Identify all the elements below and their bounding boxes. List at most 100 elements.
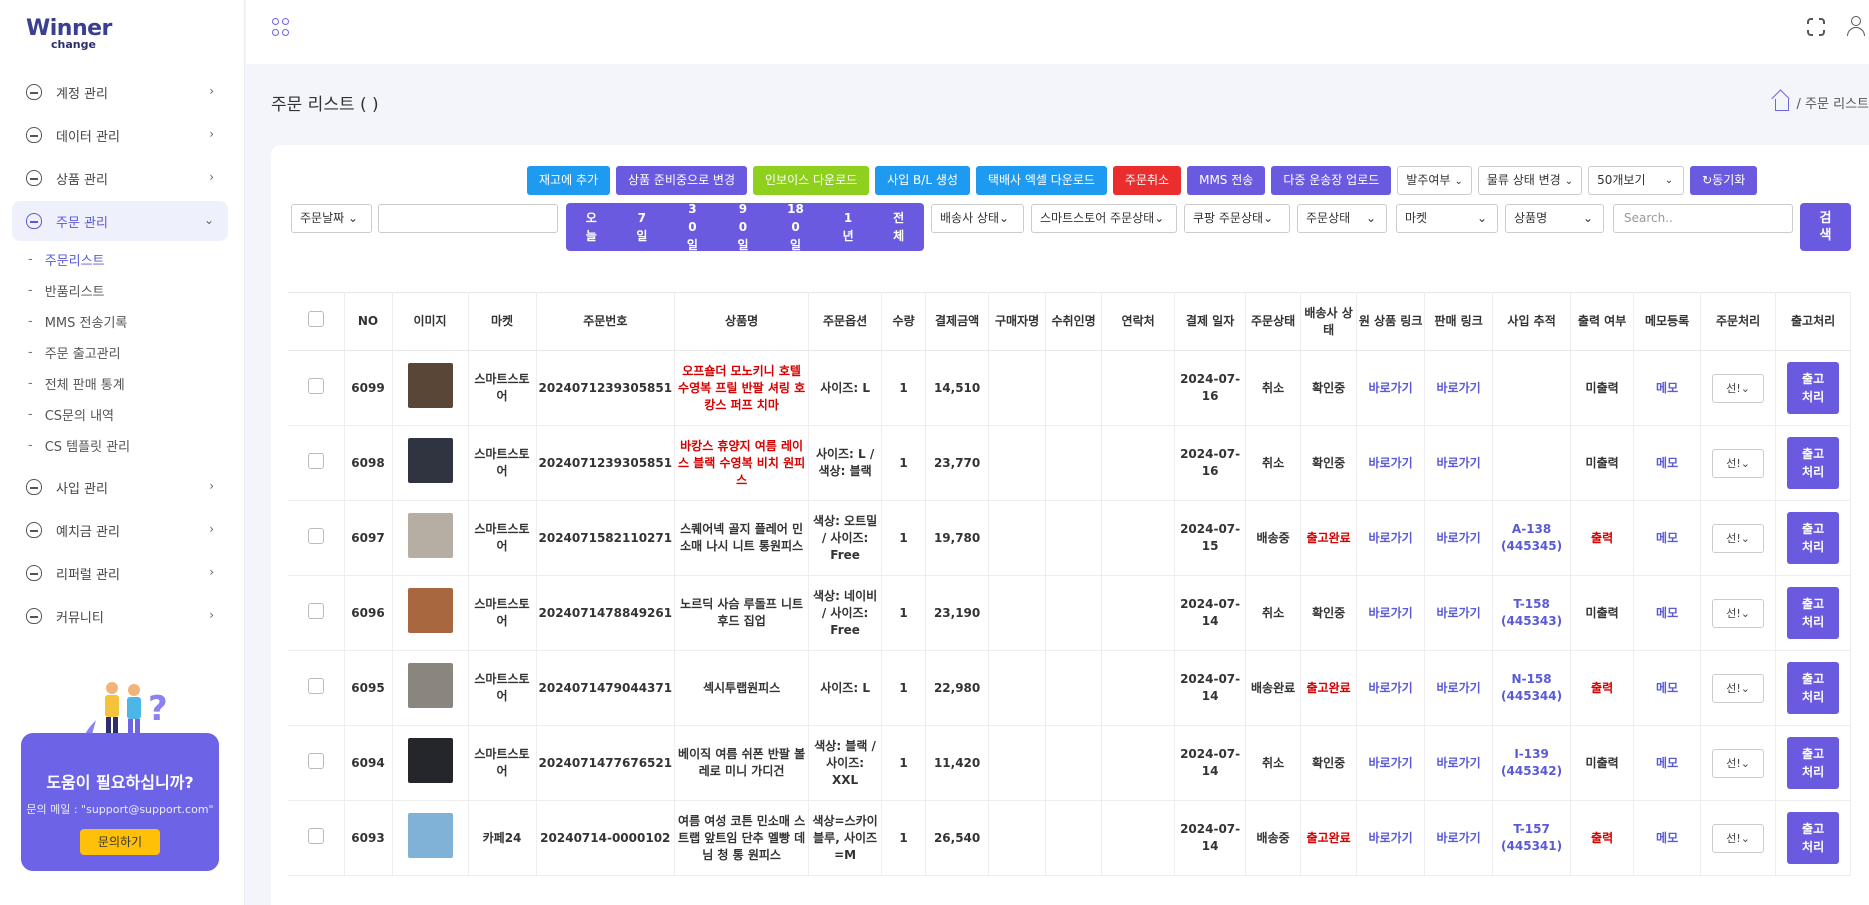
invoice-download-button[interactable]: 인보이스 다운로드	[753, 166, 870, 195]
select-all-checkbox[interactable]	[307, 311, 324, 327]
product-thumbnail[interactable]	[407, 738, 453, 783]
home-icon[interactable]	[1774, 98, 1789, 111]
subitem-shipping[interactable]: - 주문 출고관리	[28, 337, 228, 368]
range-90d-button[interactable]: 90일	[736, 200, 750, 254]
date-range-input[interactable]	[378, 204, 558, 233]
order-action-select[interactable]: 선!⌄	[1712, 748, 1765, 778]
original-link[interactable]: 바로가기	[1356, 725, 1426, 801]
original-link[interactable]: 바로가기	[1356, 350, 1426, 426]
subitem-mms-log[interactable]: - MMS 전송기록	[28, 306, 228, 337]
sale-link[interactable]: 바로가기	[1424, 650, 1494, 726]
row-checkbox[interactable]	[307, 452, 324, 469]
market-select[interactable]: 마켓 ⌄	[1396, 204, 1498, 233]
sale-link[interactable]: 바로가기	[1424, 350, 1494, 426]
ship-process-button[interactable]: 출고처리	[1787, 587, 1840, 639]
purchase-tracking-link[interactable]: A-138 (445345)	[1492, 500, 1572, 576]
ship-process-button[interactable]: 출고처리	[1787, 362, 1840, 414]
row-checkbox[interactable]	[307, 677, 324, 694]
product-thumbnail[interactable]	[407, 513, 453, 558]
fullscreen-icon[interactable]	[1806, 17, 1826, 37]
ship-process-button[interactable]: 출고처리	[1787, 812, 1840, 864]
sidebar-item-referral[interactable]: 리퍼럴 관리 ›	[12, 553, 228, 593]
row-checkbox[interactable]	[307, 602, 324, 619]
add-to-stock-button[interactable]: 재고에 추가	[527, 166, 611, 195]
purchase-tracking-link[interactable]: T-158 (445343)	[1492, 575, 1572, 651]
sidebar-item-order[interactable]: 주문 관리 ⌄	[12, 201, 228, 241]
purchase-tracking-link[interactable]	[1492, 350, 1572, 426]
subitem-sales-stats[interactable]: - 전체 판매 통계	[28, 368, 228, 399]
range-30d-button[interactable]: 30일	[685, 200, 699, 254]
range-all-button[interactable]: 전체	[892, 209, 906, 245]
row-checkbox[interactable]	[307, 527, 324, 544]
memo-link[interactable]: 메모	[1633, 800, 1702, 876]
row-checkbox[interactable]	[307, 377, 324, 394]
memo-link[interactable]: 메모	[1633, 650, 1702, 726]
purchase-tracking-link[interactable]: I-139 (445342)	[1492, 725, 1572, 801]
row-checkbox[interactable]	[307, 827, 324, 844]
memo-link[interactable]: 메모	[1633, 725, 1702, 801]
purchase-tracking-link[interactable]: N-158 (445344)	[1492, 650, 1572, 726]
create-bl-button[interactable]: 사입 B/L 생성	[875, 166, 970, 195]
order-action-select[interactable]: 선!⌄	[1712, 448, 1765, 478]
memo-link[interactable]: 메모	[1633, 350, 1702, 426]
sync-button[interactable]: ↻동기화	[1690, 166, 1758, 195]
sale-link[interactable]: 바로가기	[1424, 575, 1494, 651]
product-thumbnail[interactable]	[407, 663, 453, 708]
product-thumbnail[interactable]	[407, 363, 453, 408]
original-link[interactable]: 바로가기	[1356, 800, 1426, 876]
product-thumbnail[interactable]	[407, 588, 453, 633]
ship-process-button[interactable]: 출고처리	[1787, 512, 1840, 564]
search-input[interactable]: Search..	[1613, 204, 1793, 233]
purchase-tracking-link[interactable]	[1492, 425, 1572, 501]
range-180d-button[interactable]: 180일	[787, 200, 805, 254]
sale-link[interactable]: 바로가기	[1424, 800, 1494, 876]
courier-excel-button[interactable]: 택배사 엑셀 다운로드	[975, 166, 1107, 195]
sale-link[interactable]: 바로가기	[1424, 500, 1494, 576]
product-name-select[interactable]: 상품명 ⌄	[1505, 204, 1604, 233]
contact-button[interactable]: 문의하기	[80, 829, 160, 855]
memo-link[interactable]: 메모	[1633, 425, 1702, 501]
logistics-status-select[interactable]: 물류 상태 변경 ⌄	[1477, 166, 1583, 195]
subitem-return-list[interactable]: - 반품리스트	[28, 275, 228, 306]
sale-link[interactable]: 바로가기	[1424, 425, 1494, 501]
subitem-cs-template[interactable]: - CS 템플릿 관리	[28, 430, 228, 461]
multi-waybill-upload-button[interactable]: 다중 운송장 업로드	[1271, 166, 1392, 195]
original-link[interactable]: 바로가기	[1356, 500, 1426, 576]
original-link[interactable]: 바로가기	[1356, 575, 1426, 651]
order-status-select[interactable]: 주문상태 ⌄	[1297, 204, 1387, 233]
sidebar-item-product[interactable]: 상품 관리 ›	[12, 158, 228, 198]
sidebar-item-deposit[interactable]: 예치금 관리 ›	[12, 510, 228, 550]
sidebar-item-community[interactable]: 커뮤니티 ›	[12, 596, 228, 636]
order-action-select[interactable]: 선!⌄	[1712, 823, 1765, 853]
user-icon[interactable]	[1847, 16, 1865, 36]
product-thumbnail[interactable]	[407, 438, 453, 483]
page-size-select[interactable]: 50개보기 ⌄	[1588, 166, 1685, 195]
coupang-status-select[interactable]: 쿠팡 주문상태⌄	[1184, 204, 1290, 233]
row-checkbox[interactable]	[307, 752, 324, 769]
order-flag-select[interactable]: 발주여부 ⌄	[1397, 166, 1472, 195]
mms-send-button[interactable]: MMS 전송	[1187, 166, 1266, 195]
brand-logo[interactable]: Winner change	[26, 16, 146, 51]
memo-link[interactable]: 메모	[1633, 575, 1702, 651]
sale-link[interactable]: 바로가기	[1424, 725, 1494, 801]
original-link[interactable]: 바로가기	[1356, 650, 1426, 726]
sidebar-item-purchase[interactable]: 사입 관리 ›	[12, 467, 228, 507]
product-thumbnail[interactable]	[407, 813, 453, 858]
apps-grid-icon[interactable]	[272, 18, 290, 36]
order-action-select[interactable]: 선!⌄	[1712, 523, 1765, 553]
original-link[interactable]: 바로가기	[1356, 425, 1426, 501]
purchase-tracking-link[interactable]: T-157 (445341)	[1492, 800, 1572, 876]
sidebar-item-account[interactable]: 계정 관리 ›	[12, 72, 228, 112]
memo-link[interactable]: 메모	[1633, 500, 1702, 576]
order-action-select[interactable]: 선!⌄	[1712, 673, 1765, 703]
search-button[interactable]: 검색	[1800, 203, 1851, 251]
smartstore-status-select[interactable]: 스마트스토어 주문상태⌄	[1031, 204, 1177, 233]
ship-process-button[interactable]: 출고처리	[1787, 737, 1840, 789]
range-today-button[interactable]: 오늘	[584, 209, 598, 245]
range-1y-button[interactable]: 1년	[841, 209, 855, 245]
courier-status-select[interactable]: 배송사 상태⌄	[931, 204, 1024, 233]
ship-process-button[interactable]: 출고처리	[1787, 662, 1840, 714]
subitem-order-list[interactable]: - 주문리스트	[28, 244, 228, 275]
ship-process-button[interactable]: 출고처리	[1787, 437, 1840, 489]
sidebar-item-data[interactable]: 데이터 관리 ›	[12, 115, 228, 155]
